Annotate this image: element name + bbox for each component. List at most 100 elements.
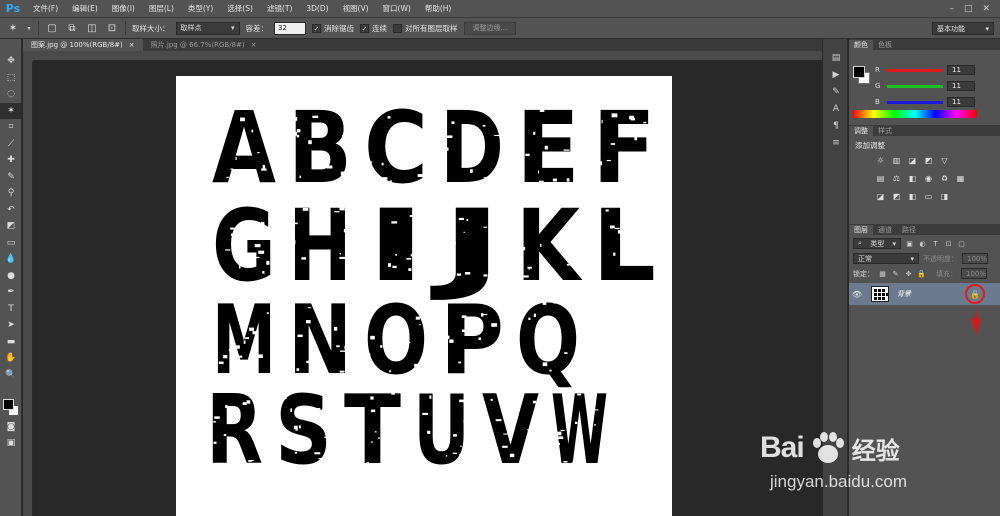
move-tool-icon[interactable]: ✥ — [0, 53, 22, 70]
tab-paths[interactable]: 路径 — [897, 225, 921, 235]
vertical-ruler[interactable] — [23, 61, 33, 516]
workspace-select[interactable]: 基本功能 ▾ — [932, 22, 994, 35]
menu-select[interactable]: 选择(S) — [220, 3, 260, 14]
green-value-field[interactable]: 11 — [947, 81, 975, 91]
close-icon[interactable]: ✕ — [982, 4, 990, 14]
blur-tool-icon[interactable]: 💧 — [0, 251, 22, 268]
maximize-icon[interactable]: □ — [964, 4, 973, 14]
tab-photo[interactable]: 照片.jpg @ 66.7%(RGB/8#) × — [143, 39, 265, 51]
threshold-icon[interactable]: ◧ — [907, 191, 918, 202]
brush-tool-icon[interactable]: ✎ — [0, 169, 22, 186]
sample-all-layers-checkbox[interactable]: 对所有图层取样 — [393, 23, 458, 34]
history-brush-tool-icon[interactable]: ↶ — [0, 202, 22, 219]
foreground-color-swatch[interactable] — [3, 399, 14, 410]
filter-adjustment-icon[interactable]: ◐ — [918, 239, 927, 248]
document-canvas[interactable]: ABCDEFGHIJKLMNOPQRSTUVW — [176, 76, 672, 516]
menu-image[interactable]: 图像(I) — [105, 3, 142, 14]
dodge-tool-icon[interactable]: ● — [0, 268, 22, 285]
blend-mode-select[interactable]: 正常 ▾ — [853, 253, 919, 264]
type-tool-icon[interactable]: T — [0, 301, 22, 318]
lock-icon[interactable]: 🔒 — [965, 284, 985, 304]
invert-icon[interactable]: ◪ — [875, 191, 886, 202]
contiguous-checkbox[interactable]: ✓ 连续 — [360, 23, 387, 34]
intersect-selection-icon[interactable]: ⊡ — [105, 21, 119, 35]
properties-icon[interactable]: ≡ — [823, 134, 849, 151]
zoom-tool-icon[interactable]: 🔍 — [0, 367, 22, 384]
actions-icon[interactable]: ▶ — [823, 66, 849, 83]
clone-stamp-tool-icon[interactable]: ⚲ — [0, 185, 22, 202]
menu-view[interactable]: 视图(V) — [336, 3, 376, 14]
close-icon[interactable]: × — [251, 41, 257, 49]
antialias-checkbox[interactable]: ✓ 消除锯齿 — [312, 23, 354, 34]
character-icon[interactable]: A — [823, 100, 849, 117]
red-value-field[interactable]: 11 — [947, 65, 975, 75]
new-selection-icon[interactable]: ▢ — [45, 21, 59, 35]
red-slider[interactable] — [887, 68, 943, 72]
menu-3d[interactable]: 3D(D) — [299, 4, 335, 13]
marquee-tool-icon[interactable]: ⬚ — [0, 70, 22, 87]
subtract-selection-icon[interactable]: ◫ — [85, 21, 99, 35]
tab-styles[interactable]: 样式 — [873, 126, 897, 136]
pen-tool-icon[interactable]: ✒ — [0, 284, 22, 301]
levels-icon[interactable]: ▥ — [891, 155, 902, 166]
path-selection-tool-icon[interactable]: ➤ — [0, 317, 22, 334]
photo-filter-icon[interactable]: ◉ — [923, 173, 934, 184]
eye-icon[interactable]: 👁 — [849, 290, 865, 299]
posterize-icon[interactable]: ◩ — [891, 191, 902, 202]
menu-filter[interactable]: 滤镜(T) — [260, 3, 299, 14]
add-selection-icon[interactable]: ⧉ — [65, 21, 79, 35]
lock-position-icon[interactable]: ✥ — [904, 269, 913, 278]
fill-field[interactable]: 100% — [961, 268, 987, 279]
minimize-icon[interactable]: – — [949, 4, 954, 14]
sample-size-select[interactable]: 取样点 ▾ — [175, 21, 240, 35]
hue-saturation-icon[interactable]: ▤ — [875, 173, 886, 184]
color-lookup-icon[interactable]: ▦ — [955, 173, 966, 184]
blue-value-field[interactable]: 11 — [947, 97, 975, 107]
tab-layers[interactable]: 图层 — [849, 225, 873, 235]
eraser-tool-icon[interactable]: ◩ — [0, 218, 22, 235]
lock-transparent-icon[interactable]: ▦ — [878, 269, 887, 278]
menu-help[interactable]: 帮助(H) — [418, 3, 459, 14]
close-icon[interactable]: × — [129, 41, 135, 49]
layer-filter-select[interactable]: ⌕ 类型 ▾ — [853, 238, 901, 249]
menu-layer[interactable]: 图层(L) — [142, 3, 181, 14]
lock-image-icon[interactable]: ✎ — [891, 269, 900, 278]
exposure-icon[interactable]: ◩ — [923, 155, 934, 166]
filter-shape-icon[interactable]: ⊡ — [944, 239, 953, 248]
curves-icon[interactable]: ◪ — [907, 155, 918, 166]
lock-all-icon[interactable]: 🔒 — [917, 269, 926, 278]
magic-wand-tool-icon[interactable]: ✶ — [0, 102, 22, 119]
filter-pixel-icon[interactable]: ▣ — [905, 239, 914, 248]
refine-edge-button[interactable]: 调整边缘... — [463, 21, 517, 35]
filter-smart-icon[interactable]: ▢ — [957, 239, 966, 248]
canvas-area[interactable]: ABCDEFGHIJKLMNOPQRSTUVW — [33, 61, 822, 516]
menu-edit[interactable]: 编辑(E) — [65, 3, 105, 14]
blue-slider[interactable] — [887, 100, 943, 104]
horizontal-ruler[interactable] — [33, 51, 822, 61]
green-slider[interactable] — [887, 84, 943, 88]
channel-mixer-icon[interactable]: ♻ — [939, 173, 950, 184]
hand-tool-icon[interactable]: ✋ — [0, 350, 22, 367]
brush-preset-icon[interactable]: ✎ — [823, 83, 849, 100]
screen-mode-icon[interactable]: ▣ — [0, 435, 22, 452]
tab-channels[interactable]: 通道 — [873, 225, 897, 235]
layer-name[interactable]: 背景 — [897, 289, 911, 299]
quick-mask-icon[interactable]: ◙ — [0, 419, 22, 436]
tab-adjustments[interactable]: 调整 — [849, 126, 873, 136]
magic-wand-icon[interactable]: ✶ — [6, 21, 20, 35]
opacity-field[interactable]: 100% — [962, 253, 988, 264]
vibrance-icon[interactable]: ▽ — [939, 155, 950, 166]
menu-window[interactable]: 窗口(W) — [376, 3, 418, 14]
menu-file[interactable]: 文件(F) — [26, 3, 65, 14]
filter-type-icon[interactable]: T — [931, 239, 940, 248]
paragraph-icon[interactable]: ¶ — [823, 117, 849, 134]
color-spectrum[interactable] — [853, 110, 977, 118]
tab-pattern[interactable]: 图案.jpg @ 100%(RGB/8#) × — [23, 39, 143, 51]
black-white-icon[interactable]: ◧ — [907, 173, 918, 184]
lasso-tool-icon[interactable]: ◌ — [0, 86, 22, 103]
tab-swatches[interactable]: 色板 — [873, 40, 897, 50]
color-balance-icon[interactable]: ⚖ — [891, 173, 902, 184]
tolerance-input[interactable]: 32 — [274, 21, 306, 35]
gradient-tool-icon[interactable]: ▭ — [0, 235, 22, 252]
healing-brush-tool-icon[interactable]: ✚ — [0, 152, 22, 169]
